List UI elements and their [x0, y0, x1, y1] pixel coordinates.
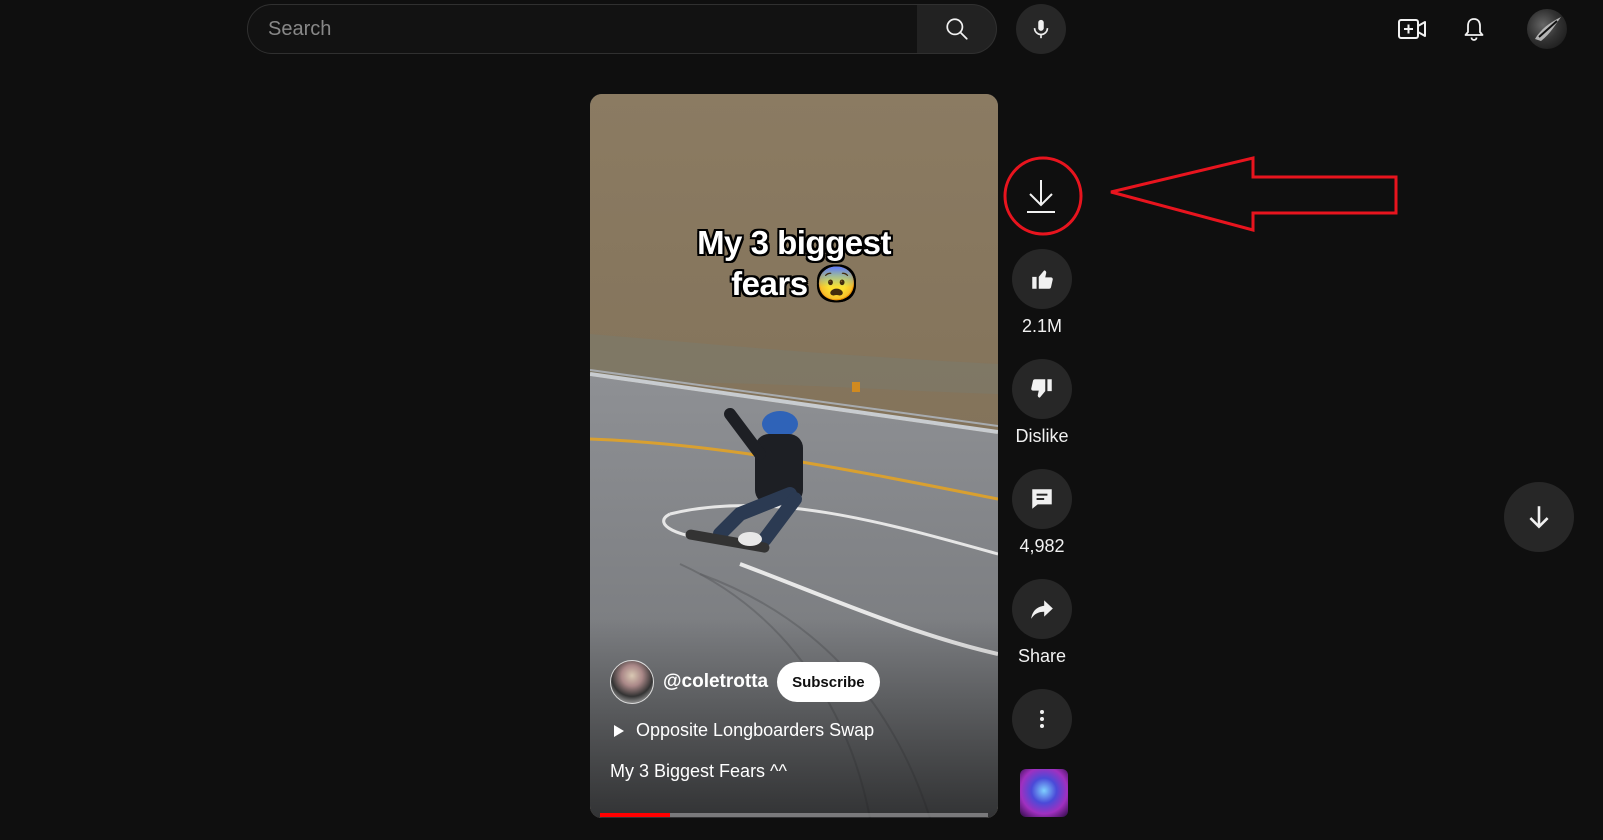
like-count: 2.1M: [1021, 316, 1063, 336]
like-button[interactable]: [1012, 249, 1072, 309]
playlist-link[interactable]: Opposite Longboarders Swap: [612, 720, 874, 741]
share-button[interactable]: [1012, 579, 1072, 639]
dislike-button[interactable]: [1012, 359, 1072, 419]
comments-button[interactable]: [1012, 469, 1072, 529]
video-caption[interactable]: My 3 Biggest Fears ^^: [610, 761, 787, 782]
bottom-gradient: [590, 618, 998, 818]
progress-fill: [600, 813, 670, 817]
subscribe-button[interactable]: Subscribe: [777, 662, 880, 702]
channel-avatar[interactable]: [610, 660, 654, 704]
account-avatar[interactable]: [1527, 9, 1567, 49]
mic-icon: [1033, 19, 1049, 39]
search-button[interactable]: [917, 4, 997, 54]
channel-handle[interactable]: @coletrotta: [663, 671, 768, 693]
overlay-title-line-1: My 3 biggest: [697, 224, 891, 261]
create-video-icon: [1398, 19, 1426, 39]
bell-icon: [1464, 18, 1484, 41]
search-box: [247, 4, 918, 54]
voice-search-button[interactable]: [1016, 4, 1066, 54]
play-icon: [614, 724, 624, 737]
shorts-video-player[interactable]: My 3 biggest fears 😨 @coletrotta Subscri…: [590, 94, 998, 818]
comment-count: 4,982: [1019, 536, 1065, 556]
comment-icon: [1032, 489, 1052, 509]
create-button[interactable]: [1392, 9, 1432, 49]
download-button[interactable]: [1009, 164, 1073, 228]
video-overlay-title: My 3 biggest fears 😨: [590, 222, 998, 304]
annotation-arrow: [1110, 156, 1398, 232]
more-options-button[interactable]: [1012, 689, 1072, 749]
notifications-button[interactable]: [1454, 9, 1494, 49]
next-video-button[interactable]: [1504, 482, 1574, 552]
thumbs-up-icon: [1032, 270, 1053, 289]
dislike-label: Dislike: [1015, 426, 1069, 446]
overlay-title-line-2: fears 😨: [731, 265, 857, 302]
search-icon: [945, 18, 968, 40]
download-icon: [1027, 180, 1055, 213]
progress-bar[interactable]: [600, 813, 988, 817]
sound-thumbnail[interactable]: [1020, 769, 1068, 817]
avatar-icon: [1535, 17, 1561, 41]
thumbs-down-icon: [1031, 379, 1052, 398]
arrow-down-icon: [1529, 506, 1549, 529]
more-vert-icon: [1040, 710, 1044, 728]
playlist-label: Opposite Longboarders Swap: [636, 720, 875, 740]
share-label: Share: [1017, 646, 1067, 666]
top-bar: [0, 0, 1603, 58]
share-icon: [1031, 600, 1053, 619]
search-input[interactable]: [248, 5, 917, 53]
channel-row: @coletrotta Subscribe: [610, 660, 880, 704]
